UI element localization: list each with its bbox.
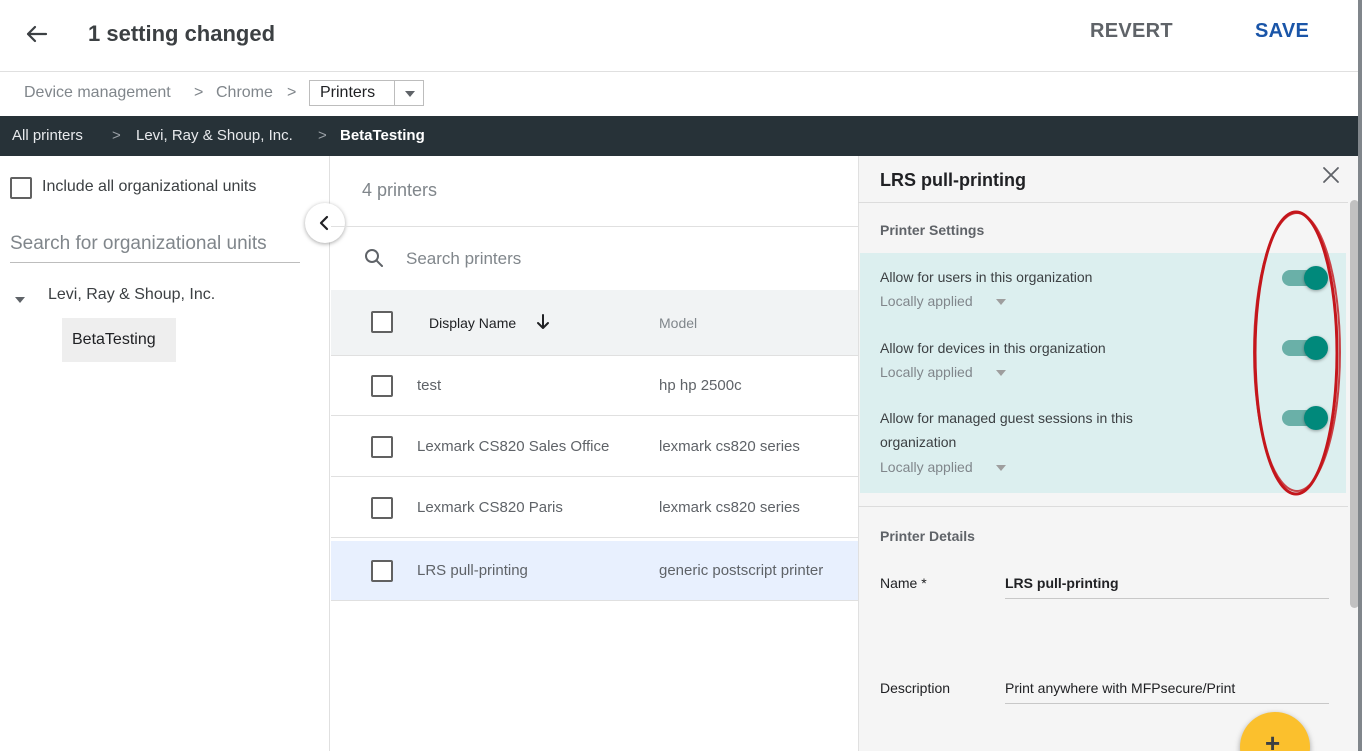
applied-status[interactable]: Locally applied — [880, 293, 973, 309]
printer-model: generic postscript printer — [659, 562, 824, 579]
caret-down-icon[interactable] — [15, 297, 25, 303]
close-icon[interactable] — [1320, 164, 1342, 186]
plus-icon: + — [1265, 728, 1281, 751]
setting-label-devices: Allow for devices in this organization — [880, 340, 1106, 356]
window-edge — [1358, 0, 1362, 751]
name-field-label: Name * — [880, 575, 927, 591]
section-select[interactable]: Printers — [309, 80, 424, 106]
org-path-all-printers[interactable]: All printers — [12, 127, 83, 144]
setting-label-users: Allow for users in this organization — [880, 269, 1093, 285]
include-all-label: Include all organizational units — [42, 178, 257, 195]
description-field[interactable]: Print anywhere with MFPsecure/Print — [1005, 680, 1235, 696]
printer-model: lexmark cs820 series — [659, 438, 800, 455]
collapse-panel-button[interactable] — [305, 203, 345, 243]
printer-name: test — [417, 377, 442, 394]
select-all-checkbox[interactable] — [371, 311, 393, 333]
printer-name: Lexmark CS820 Sales Office — [417, 438, 610, 455]
description-field-label: Description — [880, 680, 951, 696]
table-row[interactable]: Lexmark CS820 Sales Office lexmark cs820… — [331, 417, 858, 477]
admin-console: 1 setting changed REVERT SAVE Device man… — [0, 0, 1362, 751]
detail-title: LRS pull-printing — [880, 170, 1026, 190]
search-underline — [10, 262, 300, 263]
org-path-current: BetaTesting — [340, 127, 425, 144]
org-path-company[interactable]: Levi, Ray & Shoup, Inc. — [136, 127, 293, 144]
row-checkbox[interactable] — [371, 375, 393, 397]
printer-search-input[interactable]: Search printers — [406, 249, 521, 269]
section-select-value: Printers — [320, 84, 376, 101]
table-row[interactable]: test hp hp 2500c — [331, 356, 858, 416]
arrow-down-icon[interactable] — [536, 314, 550, 330]
row-checkbox[interactable] — [371, 560, 393, 582]
tree-item-company[interactable]: Levi, Ray & Shoup, Inc. — [48, 286, 215, 304]
field-underline — [1005, 598, 1329, 599]
breadcrumb-device-management[interactable]: Device management — [24, 84, 171, 102]
printer-count: 4 printers — [362, 180, 438, 200]
applied-status[interactable]: Locally applied — [880, 459, 973, 475]
printer-name: Lexmark CS820 Paris — [417, 499, 563, 516]
tree-item-label: BetaTesting — [72, 331, 156, 348]
table-row[interactable]: Lexmark CS820 Paris lexmark cs820 series — [331, 478, 858, 538]
org-path-separator: > — [112, 127, 121, 144]
org-path-separator: > — [318, 127, 327, 144]
printer-model: hp hp 2500c — [659, 377, 742, 394]
org-path-bar: All printers > Levi, Ray & Shoup, Inc. >… — [0, 116, 1362, 156]
arrow-left-icon[interactable] — [20, 18, 52, 50]
save-button[interactable]: SAVE — [1255, 20, 1309, 43]
caret-down-icon[interactable] — [996, 299, 1006, 305]
revert-button[interactable]: REVERT — [1090, 20, 1173, 43]
applied-status[interactable]: Locally applied — [880, 364, 973, 380]
breadcrumb-chrome[interactable]: Chrome — [216, 84, 273, 102]
unsaved-changes-title: 1 setting changed — [88, 21, 276, 46]
top-bar: 1 setting changed REVERT SAVE — [0, 0, 1362, 72]
printer-settings-heading: Printer Settings — [880, 222, 985, 238]
column-header-display-name[interactable]: Display Name — [429, 315, 516, 331]
caret-down-icon[interactable] — [996, 370, 1006, 376]
divider — [858, 506, 1348, 507]
search-icon — [365, 249, 383, 267]
printer-model: lexmark cs820 series — [659, 499, 800, 516]
field-underline — [1005, 703, 1329, 704]
include-all-checkbox[interactable] — [10, 177, 32, 199]
table-row-selected[interactable]: LRS pull-printing generic postscript pri… — [331, 541, 858, 601]
chevron-left-icon — [319, 215, 329, 231]
tree-item-betatesting[interactable]: BetaTesting — [62, 318, 176, 362]
column-header-model[interactable]: Model — [659, 315, 697, 331]
name-field[interactable]: LRS pull-printing — [1005, 575, 1119, 591]
divider — [858, 202, 1348, 203]
printer-name: LRS pull-printing — [417, 562, 528, 579]
row-checkbox[interactable] — [371, 497, 393, 519]
org-unit-search-input[interactable]: Search for organizational units — [10, 233, 267, 255]
printer-details-heading: Printer Details — [880, 528, 975, 544]
breadcrumb — [0, 73, 1362, 115]
setting-label-guest-sessions: Allow for managed guest sessions in this… — [880, 410, 1133, 450]
chevron-down-icon — [405, 91, 415, 97]
divider — [331, 226, 858, 227]
breadcrumb-separator: > — [194, 84, 204, 101]
row-checkbox[interactable] — [371, 436, 393, 458]
table-header: Display Name Model — [331, 290, 858, 356]
breadcrumb-separator: > — [287, 84, 297, 101]
caret-down-icon[interactable] — [996, 465, 1006, 471]
annotation-oval — [1253, 210, 1341, 496]
select-divider — [394, 81, 395, 105]
